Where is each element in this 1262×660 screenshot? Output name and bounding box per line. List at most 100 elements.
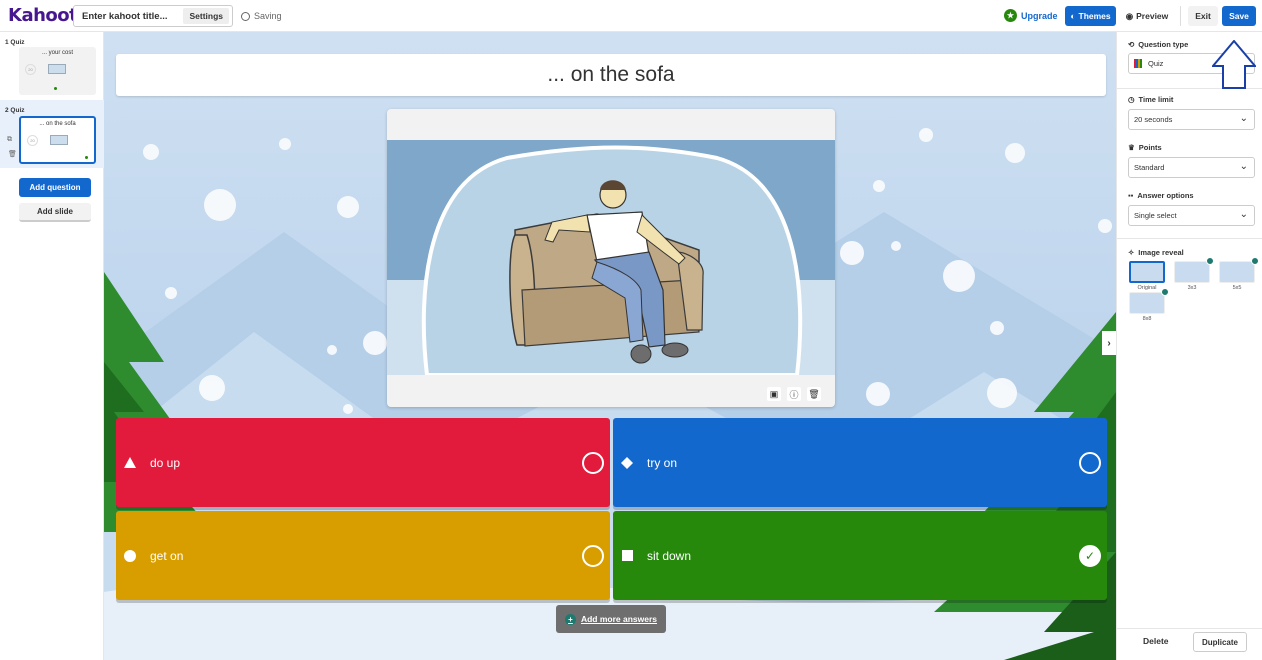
reveal-option-original[interactable]: [1129, 261, 1165, 283]
delete-slide-icon[interactable]: 🗑: [8, 150, 17, 158]
question-type-value: Quiz: [1148, 59, 1164, 68]
time-limit-value: 20 seconds: [1134, 115, 1173, 124]
check-icon[interactable]: ✓: [1079, 545, 1101, 567]
save-button[interactable]: Save: [1222, 6, 1256, 26]
image-reveal-icon: ✧: [1128, 248, 1135, 257]
add-circle-icon: +: [564, 613, 576, 625]
slide-thumbnail-active[interactable]: ... on the sofa 20: [19, 116, 96, 164]
replace-image-icon[interactable]: ▣: [767, 387, 781, 401]
panel-footer: Delete Duplicate: [1117, 628, 1262, 660]
thumbnail-correct-dot: [85, 156, 88, 159]
preview-label: Preview: [1136, 11, 1169, 21]
kahoot-title-field[interactable]: Settings: [73, 5, 233, 27]
points-heading: ♛ Points: [1128, 143, 1162, 152]
answer-4[interactable]: sit down ✓: [613, 511, 1107, 600]
time-limit-select[interactable]: 20 seconds ⌄: [1128, 109, 1255, 130]
trophy-icon: ♛: [1128, 143, 1135, 152]
upgrade-label: Upgrade: [1021, 10, 1058, 21]
chevron-down-icon: ⌄: [1239, 113, 1248, 124]
themes-icon: ◐: [1070, 11, 1076, 21]
reveal-option-3x3[interactable]: [1174, 261, 1210, 283]
thumbnail-image: [50, 135, 68, 145]
settings-button[interactable]: Settings: [183, 8, 229, 24]
trash-icon[interactable]: 🗑: [807, 387, 821, 401]
answer-text[interactable]: get on: [150, 549, 183, 563]
answer-text[interactable]: sit down: [647, 549, 691, 563]
info-icon[interactable]: ⓘ: [787, 387, 801, 401]
add-question-button[interactable]: Add question: [19, 178, 91, 197]
premium-badge-icon: [1251, 257, 1259, 265]
add-more-answers-label: Add more answers: [580, 614, 658, 624]
man-on-sofa-illustration: [387, 140, 835, 375]
themes-button[interactable]: ◐ Themes: [1065, 6, 1116, 26]
circle-icon: [124, 549, 136, 562]
slide-item-1[interactable]: 1 Quiz ... your cost 20: [0, 32, 104, 98]
correct-toggle[interactable]: [1079, 452, 1101, 474]
answer-1[interactable]: do up: [116, 418, 610, 507]
reveal-option-5x5[interactable]: [1219, 261, 1255, 283]
correct-toggle[interactable]: [582, 452, 604, 474]
answer-options-value: Single select: [1134, 211, 1177, 220]
saving-status: Saving: [241, 11, 282, 21]
reveal-caption: 5x5: [1232, 285, 1242, 291]
reveal-option-8x8[interactable]: [1129, 292, 1165, 314]
answer-text[interactable]: try on: [647, 456, 677, 470]
answer-options-select[interactable]: Single select ⌄: [1128, 205, 1255, 226]
image-reveal-heading: ✧ Image reveal: [1128, 248, 1184, 257]
upgrade-button[interactable]: ★ Upgrade: [1004, 9, 1058, 22]
chevron-right-icon[interactable]: ›: [1102, 331, 1116, 355]
clock-icon: ◷: [1128, 95, 1135, 104]
answer-options-icon: ▪▪: [1128, 191, 1134, 200]
preview-button[interactable]: ◉ Preview: [1121, 6, 1173, 26]
question-image[interactable]: [387, 140, 835, 375]
question-canvas: ... on the sofa ▣ ⓘ 🗑 do up try on get o…: [104, 32, 1116, 660]
duplicate-slide-icon[interactable]: ⧉: [7, 136, 12, 144]
slide-thumbnail-title: ... on the sofa: [39, 121, 76, 127]
image-reveal-label: Image reveal: [1138, 248, 1184, 257]
delete-button[interactable]: Delete: [1143, 636, 1169, 646]
top-bar: Kahoot! Settings Saving ★ Upgrade ◐ Them…: [0, 0, 1262, 32]
up-arrow-annotation-icon: [1212, 40, 1256, 89]
answer-text[interactable]: do up: [150, 456, 180, 470]
duplicate-button[interactable]: Duplicate: [1193, 632, 1247, 652]
thumbnail-timer: 20: [25, 64, 36, 75]
chevron-down-icon: ⌄: [1239, 161, 1248, 172]
square-icon: [621, 550, 633, 562]
premium-badge-icon: [1206, 257, 1214, 265]
add-slide-button[interactable]: Add slide: [19, 203, 91, 222]
answer-options-label: Answer options: [1137, 191, 1194, 200]
points-value: Standard: [1134, 163, 1165, 172]
media-toolbar: ▣ ⓘ 🗑: [767, 387, 821, 401]
correct-toggle[interactable]: [582, 545, 604, 567]
reveal-caption: 3x3: [1187, 285, 1197, 291]
question-title[interactable]: ... on the sofa: [116, 54, 1106, 96]
premium-badge-icon: [1161, 288, 1169, 296]
answer-3[interactable]: get on: [116, 511, 610, 600]
points-select[interactable]: Standard ⌄: [1128, 157, 1255, 178]
topbar-divider: [1180, 6, 1181, 26]
saving-icon: [241, 11, 250, 21]
slide-label: 1 Quiz: [5, 39, 25, 46]
preview-eye-icon: ◉: [1125, 10, 1134, 21]
slide-label: 2 Quiz: [5, 107, 25, 114]
kahoot-title-input[interactable]: [82, 10, 182, 22]
time-limit-heading: ◷ Time limit: [1128, 95, 1173, 104]
answer-options-heading: ▪▪ Answer options: [1128, 191, 1194, 200]
answer-2[interactable]: try on: [613, 418, 1107, 507]
slide-item-2[interactable]: 2 Quiz ⧉ 🗑 ... on the sofa 20: [0, 100, 104, 168]
question-type-label: Question type: [1138, 40, 1189, 49]
thumbnail-timer: 20: [27, 135, 38, 146]
triangle-icon: [124, 457, 136, 469]
slide-thumbnail[interactable]: ... your cost 20: [19, 47, 96, 95]
question-type-icon: ⟲: [1128, 40, 1135, 49]
add-more-answers-button[interactable]: + Add more answers: [556, 605, 666, 633]
chevron-down-icon: ⌄: [1239, 209, 1248, 220]
time-limit-label: Time limit: [1138, 95, 1174, 104]
exit-button[interactable]: Exit: [1188, 6, 1218, 26]
thumbnail-image: [48, 64, 66, 74]
settings-panel: ⟲ Question type Quiz ⌄ ◷ Time limit 20 s…: [1116, 32, 1262, 660]
app: Kahoot! Settings Saving ★ Upgrade ◐ Them…: [0, 0, 1262, 660]
question-media-card[interactable]: ▣ ⓘ 🗑: [387, 109, 835, 407]
divider: [1117, 238, 1262, 239]
thumbnail-correct-dot: [54, 87, 57, 90]
